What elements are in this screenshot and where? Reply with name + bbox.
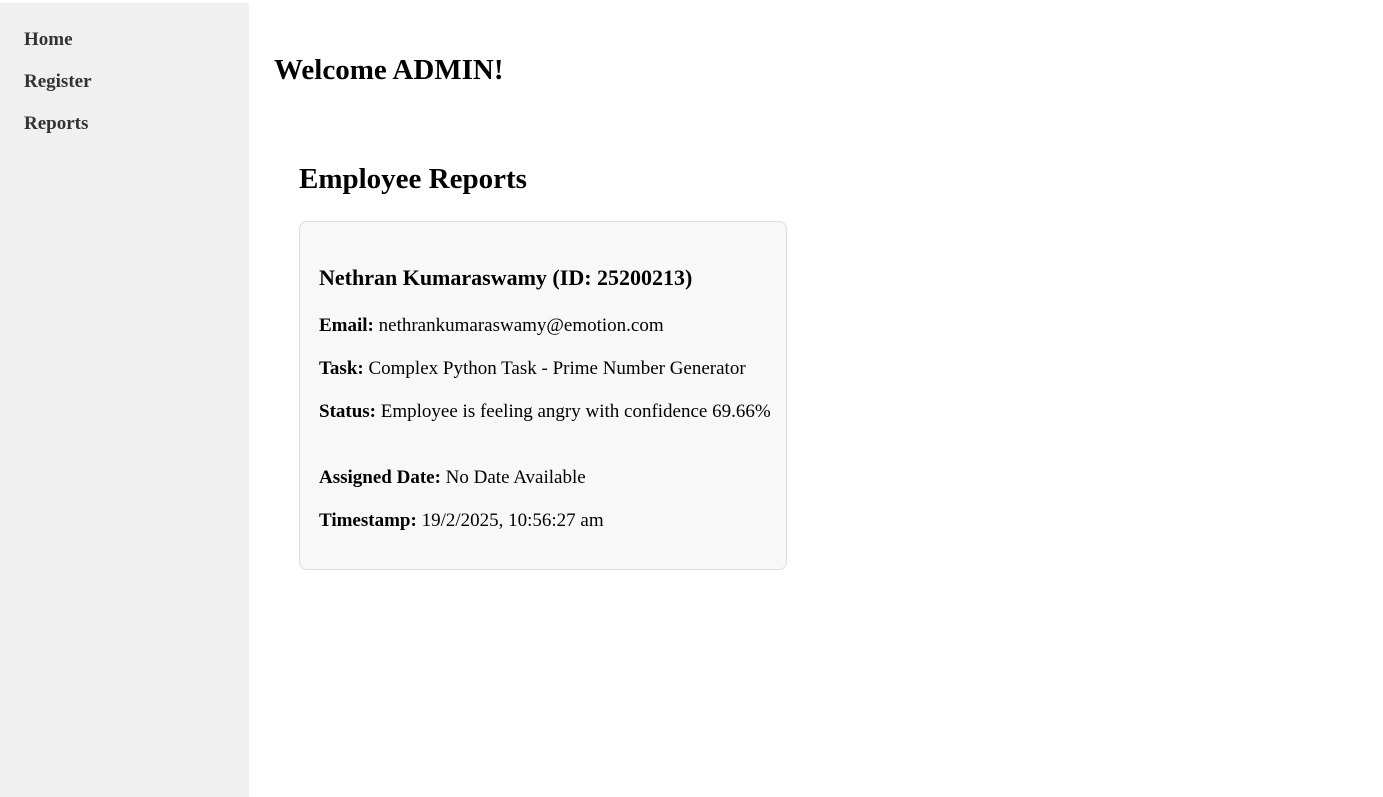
app-layout: Home Register Reports Welcome ADMIN! Emp… <box>0 0 1383 797</box>
report-assigned-value: No Date Available <box>445 467 586 488</box>
report-task-label: Task: <box>319 358 364 379</box>
welcome-heading: Welcome ADMIN! <box>274 54 504 86</box>
report-email-value: nethrankumaraswamy@emotion.com <box>378 315 664 336</box>
page-title: Employee Reports <box>299 163 527 195</box>
sidebar-item-home[interactable]: Home <box>24 29 73 51</box>
report-timestamp-label: Timestamp: <box>319 510 417 531</box>
report-status-value: Employee is feeling angry with confidenc… <box>380 401 771 422</box>
report-assigned-date: Assigned Date: No Date Available <box>319 466 774 489</box>
report-email-label: Email: <box>319 315 374 336</box>
sidebar-item-register[interactable]: Register <box>24 71 92 93</box>
report-timestamp: Timestamp: 19/2/2025, 10:56:27 am <box>319 509 774 532</box>
report-task-value: Complex Python Task - Prime Number Gener… <box>368 358 746 379</box>
report-status: Status: Employee is feeling angry with c… <box>319 400 774 423</box>
report-task: Task: Complex Python Task - Prime Number… <box>319 357 774 380</box>
report-card-title: Nethran Kumaraswamy (ID: 25200213) <box>319 265 693 290</box>
report-card: Nethran Kumaraswamy (ID: 25200213) Email… <box>299 221 787 570</box>
report-email: Email: nethrankumaraswamy@emotion.com <box>319 314 774 337</box>
sidebar: Home Register Reports <box>0 3 249 797</box>
report-status-label: Status: <box>319 401 377 422</box>
report-timestamp-value: 19/2/2025, 10:56:27 am <box>421 510 604 531</box>
report-assigned-label: Assigned Date: <box>319 467 441 488</box>
sidebar-item-reports[interactable]: Reports <box>24 113 88 135</box>
